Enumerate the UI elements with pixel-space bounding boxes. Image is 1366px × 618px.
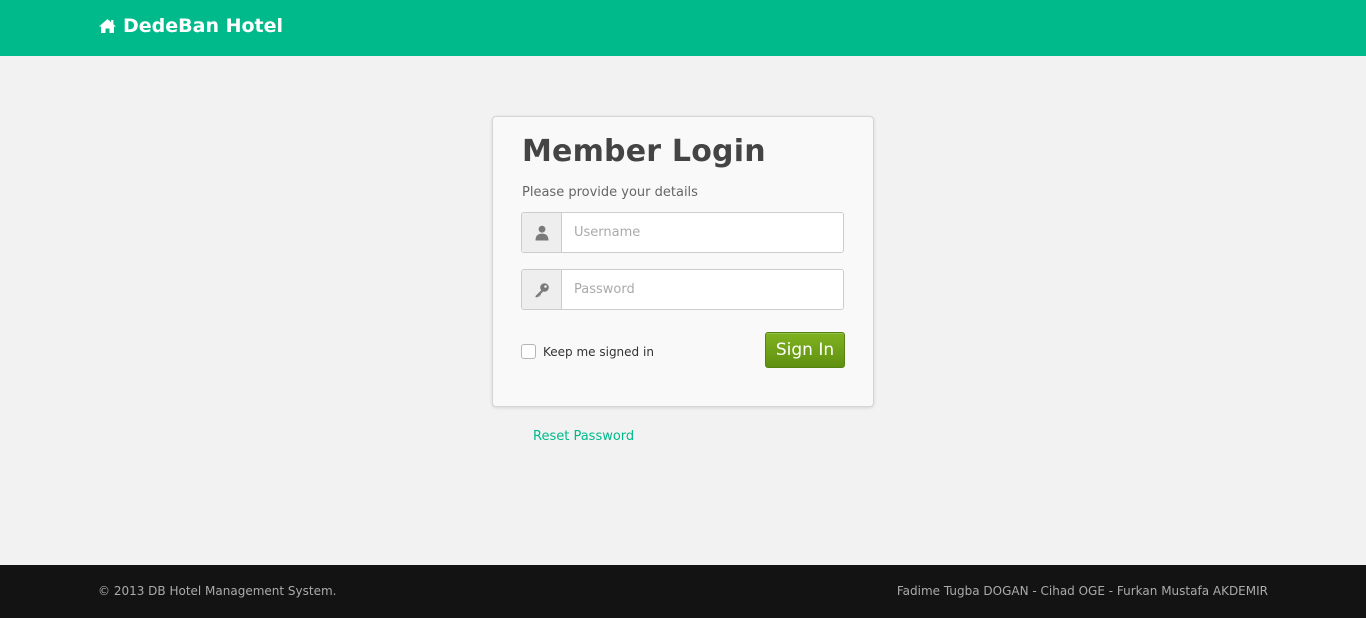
brand-label: DedeBan Hotel [123, 15, 284, 37]
login-card: Member Login Please provide your details… [492, 116, 874, 407]
remember-checkbox[interactable] [521, 344, 536, 359]
remember-me[interactable]: Keep me signed in [521, 344, 654, 359]
home-icon [98, 18, 117, 34]
navbar: DedeBan Hotel [0, 0, 1366, 56]
password-input[interactable] [562, 270, 843, 309]
footer: © 2013 DB Hotel Management System. Fadim… [0, 565, 1366, 618]
password-field-group [521, 269, 844, 310]
username-field-group [521, 212, 844, 253]
user-icon [522, 213, 562, 252]
username-input[interactable] [562, 213, 843, 252]
brand-link[interactable]: DedeBan Hotel [98, 15, 283, 37]
remember-label: Keep me signed in [543, 344, 654, 359]
login-title: Member Login [522, 134, 766, 169]
key-icon [522, 270, 562, 309]
login-subtitle: Please provide your details [522, 185, 698, 200]
sign-in-button[interactable]: Sign In [765, 332, 845, 368]
footer-authors: Fadime Tugba DOGAN - Cihad OGE - Furkan … [896, 584, 1268, 598]
footer-copyright: © 2013 DB Hotel Management System. [98, 584, 337, 598]
reset-password-link[interactable]: Reset Password [533, 429, 634, 444]
